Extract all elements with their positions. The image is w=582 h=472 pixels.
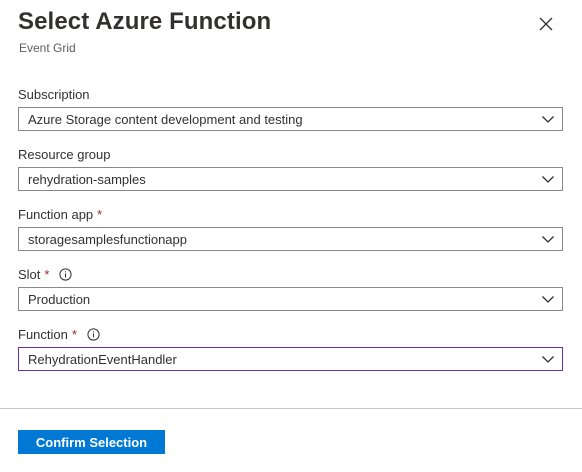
subscription-dropdown[interactable]: Azure Storage content development and te…: [18, 107, 563, 131]
chevron-down-icon: [542, 356, 554, 363]
chevron-down-icon: [542, 236, 554, 243]
resource-group-label: Resource group: [18, 146, 111, 162]
info-icon[interactable]: [59, 267, 73, 281]
slot-dropdown[interactable]: Production: [18, 287, 563, 311]
subscription-label: Subscription: [18, 86, 90, 102]
function-app-value: storagesamplesfunctionapp: [28, 231, 187, 247]
required-asterisk: *: [97, 206, 103, 222]
subscription-label-row: Subscription: [18, 85, 563, 103]
resource-group-field: Resource group rehydration-samples: [18, 145, 563, 191]
required-asterisk: *: [44, 266, 50, 282]
function-label: Function: [18, 326, 68, 342]
function-field: Function * RehydrationEventHandler: [18, 325, 563, 371]
chevron-down-icon: [542, 296, 554, 303]
page-subtitle: Event Grid: [19, 41, 76, 55]
required-asterisk: *: [71, 326, 77, 342]
resource-group-value: rehydration-samples: [28, 171, 146, 187]
slot-label-row: Slot *: [18, 265, 563, 283]
resource-group-label-row: Resource group: [18, 145, 563, 163]
function-app-field: Function app * storagesamplesfunctionapp: [18, 205, 563, 251]
slot-field: Slot * Production: [18, 265, 563, 311]
slot-label: Slot: [18, 266, 41, 282]
info-icon[interactable]: [87, 327, 100, 341]
select-azure-function-panel: Select Azure Function Event Grid Subscri…: [0, 0, 582, 472]
function-app-label-row: Function app *: [18, 205, 563, 223]
subscription-value: Azure Storage content development and te…: [28, 111, 303, 127]
function-label-row: Function *: [18, 325, 563, 343]
close-button[interactable]: [534, 12, 558, 36]
slot-value: Production: [28, 291, 91, 307]
confirm-selection-button[interactable]: Confirm Selection: [18, 430, 165, 454]
function-app-dropdown[interactable]: storagesamplesfunctionapp: [18, 227, 563, 251]
function-dropdown[interactable]: RehydrationEventHandler: [18, 347, 563, 371]
function-app-label: Function app: [18, 206, 94, 222]
function-value: RehydrationEventHandler: [28, 351, 177, 367]
subscription-field: Subscription Azure Storage content devel…: [18, 85, 563, 131]
resource-group-dropdown[interactable]: rehydration-samples: [18, 167, 563, 191]
page-title: Select Azure Function: [18, 8, 272, 35]
chevron-down-icon: [542, 116, 554, 123]
footer-divider: [0, 408, 582, 409]
chevron-down-icon: [542, 176, 554, 183]
close-icon: [539, 17, 553, 31]
